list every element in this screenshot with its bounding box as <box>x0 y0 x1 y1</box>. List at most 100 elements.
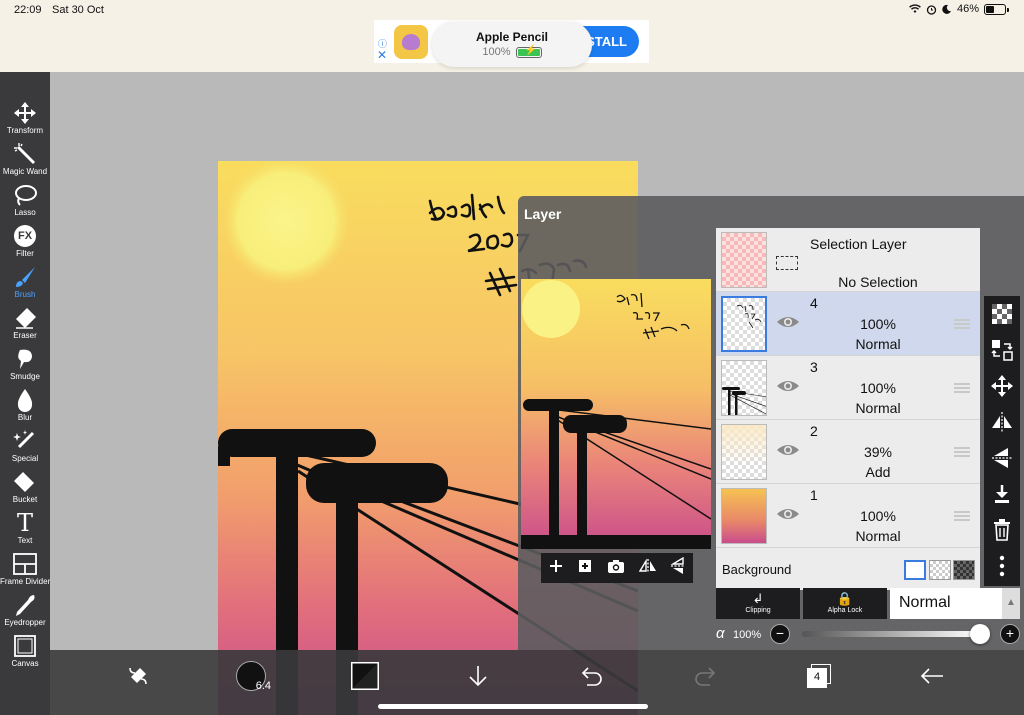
clipping-icon: ↲ <box>752 591 764 606</box>
opacity-bar: α 100% − + <box>716 624 1022 646</box>
tool-label: Eyedropper <box>4 618 46 627</box>
chevron-up-icon[interactable]: ▲ <box>1002 588 1020 619</box>
layer-row-2[interactable]: 2 39% Add <box>716 420 980 484</box>
tool-special[interactable]: Special <box>0 428 50 468</box>
app-icon <box>394 25 428 59</box>
close-icon[interactable]: ✕ <box>377 48 387 62</box>
layer-panel-title: Layer <box>524 206 562 222</box>
layer-opacity: 39% <box>863 444 893 460</box>
duplicate-layer-icon[interactable] <box>577 558 593 579</box>
flip-horizontal-icon[interactable] <box>638 557 657 579</box>
tool-lasso[interactable]: Lasso <box>0 182 50 222</box>
tool-label: Eraser <box>13 331 37 340</box>
quick-swap-icon[interactable] <box>118 660 158 692</box>
preview-toolbar <box>541 553 693 583</box>
more-icon[interactable] <box>984 548 1020 584</box>
tool-frame-divider[interactable]: Frame Divider <box>0 551 50 591</box>
eye-icon[interactable] <box>776 378 800 399</box>
tool-eraser[interactable]: Eraser <box>0 305 50 345</box>
opacity-increase-button[interactable]: + <box>1000 624 1020 644</box>
tool-magic-wand[interactable]: Magic Wand <box>0 141 50 181</box>
tool-label: Lasso <box>14 208 36 217</box>
background-white-swatch[interactable] <box>904 560 926 580</box>
blend-mode-select[interactable]: Normal <box>890 588 1002 619</box>
tool-smudge[interactable]: Smudge <box>0 346 50 386</box>
drag-handle-icon[interactable] <box>954 511 970 521</box>
background-label: Background <box>722 562 792 577</box>
tool-eyedropper[interactable]: Eyedropper <box>0 592 50 632</box>
moon-icon <box>942 4 951 14</box>
clipping-button[interactable]: ↲ Clipping <box>716 588 800 619</box>
pencil-battery-value: 100% <box>482 46 511 58</box>
tool-label: Frame Divider <box>0 577 51 586</box>
clipping-label: Clipping <box>745 607 771 614</box>
tool-blur[interactable]: Blur <box>0 387 50 427</box>
color-swatch-button[interactable] <box>345 660 385 692</box>
selection-layer-title: Selection Layer <box>810 236 907 252</box>
layers-button[interactable]: 4 <box>799 660 839 692</box>
camera-icon[interactable] <box>607 558 625 579</box>
tool-label: Special <box>11 454 39 463</box>
tool-label: Brush <box>14 290 36 299</box>
opacity-slider[interactable] <box>802 624 990 644</box>
download-icon[interactable] <box>458 660 498 692</box>
tool-text[interactable]: T Text <box>0 509 50 550</box>
selection-layer-row[interactable]: Selection Layer No Selection <box>716 228 980 292</box>
checkerboard-icon[interactable] <box>984 296 1020 332</box>
home-indicator[interactable] <box>378 704 648 709</box>
eye-icon[interactable] <box>776 506 800 527</box>
layer-row-3[interactable]: 3 100% Normal <box>716 356 980 420</box>
tool-filter[interactable]: FX Filter <box>0 223 50 263</box>
blend-bar: ↲ Clipping 🔒 Alpha Lock Normal ▲ <box>716 588 1022 622</box>
tool-bucket[interactable]: Bucket <box>0 469 50 509</box>
tool-label: Canvas <box>11 659 39 668</box>
transfer-layer-icon[interactable] <box>984 332 1020 368</box>
sparkle-icon <box>0 428 50 454</box>
layer-preview[interactable] <box>521 279 711 549</box>
ad-banner[interactable]: ⓘ ✕ STALL Apple Pencil 100% ⚡ <box>374 20 649 67</box>
tool-brush[interactable]: Brush <box>0 264 50 304</box>
brush-size-button[interactable]: 6.4 <box>231 660 271 692</box>
layer-thumbnail <box>721 296 767 352</box>
redo-icon[interactable] <box>685 660 725 692</box>
eye-icon[interactable] <box>776 442 800 463</box>
eye-icon[interactable] <box>776 314 800 335</box>
flip-horizontal-icon[interactable] <box>984 404 1020 440</box>
tool-label: Filter <box>16 249 34 258</box>
tool-label: Text <box>17 536 33 545</box>
layer-row-1[interactable]: 1 100% Normal <box>716 484 980 548</box>
magic-wand-icon <box>0 141 50 167</box>
layer-number: 2 <box>810 423 818 439</box>
battery-percent: 46% <box>956 3 979 15</box>
background-transparent-swatch[interactable] <box>929 560 951 580</box>
flip-vertical-icon[interactable] <box>984 440 1020 476</box>
drag-handle-icon[interactable] <box>954 447 970 457</box>
trash-icon[interactable] <box>984 512 1020 548</box>
layer-blend-mode: Add <box>865 464 891 480</box>
text-icon: T <box>16 509 33 537</box>
layer-number: 3 <box>810 359 818 375</box>
pencil-battery-popup: Apple Pencil 100% ⚡ <box>432 22 592 67</box>
slider-knob[interactable] <box>970 624 990 644</box>
tool-sidebar: Transform Magic Wand Lasso FX Filter Bru… <box>0 72 50 715</box>
tool-canvas[interactable]: Canvas <box>0 633 50 673</box>
drag-handle-icon[interactable] <box>954 319 970 329</box>
flip-vertical-icon[interactable] <box>670 556 686 580</box>
move-icon[interactable] <box>984 368 1020 404</box>
tool-transform[interactable]: Transform <box>0 100 50 140</box>
layer-thumbnail <box>721 424 767 480</box>
status-time: 22:09 <box>14 4 42 16</box>
pencil-battery-icon: ⚡ <box>515 45 542 58</box>
merge-down-icon[interactable] <box>984 476 1020 512</box>
layer-opacity: 100% <box>860 380 896 396</box>
selection-marquee-icon <box>776 256 798 270</box>
drag-handle-icon[interactable] <box>954 383 970 393</box>
undo-icon[interactable] <box>572 660 612 692</box>
background-dark-swatch[interactable] <box>953 560 975 580</box>
alpha-lock-button[interactable]: 🔒 Alpha Lock <box>803 588 887 619</box>
add-layer-icon[interactable] <box>548 558 564 579</box>
status-date: Sat 30 Oct <box>52 4 104 16</box>
opacity-decrease-button[interactable]: − <box>770 624 790 644</box>
back-arrow-icon[interactable] <box>912 660 952 692</box>
layer-row-4[interactable]: 4 100% Normal <box>716 292 980 356</box>
